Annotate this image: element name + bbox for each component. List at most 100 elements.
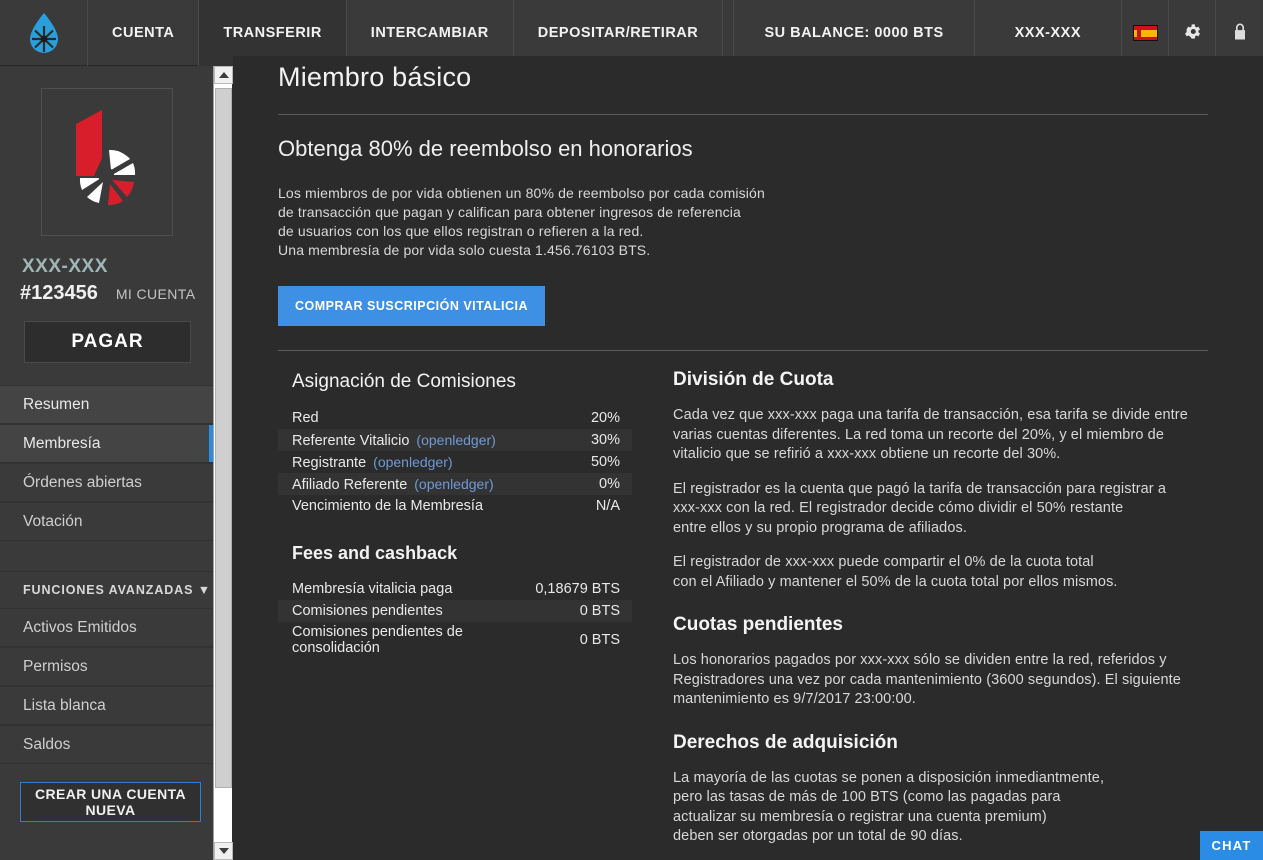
avatar: [40, 88, 173, 236]
table-row: Afiliado Referente (openledger) 0%: [278, 473, 632, 495]
row-value: 20%: [590, 410, 620, 426]
table-row: Red 20%: [278, 407, 632, 429]
sidebar-item-resumen[interactable]: Resumen: [0, 385, 213, 424]
row-value: 0 BTS: [579, 603, 620, 619]
fee-split-paragraph-2: El registrador es la cuenta que pagó la …: [673, 480, 1167, 536]
nav-tab-cuenta[interactable]: CUENTA: [88, 0, 200, 66]
row-key: Referente Vitalicio (openledger): [292, 432, 496, 449]
page-title: Miembro básico: [278, 62, 472, 92]
spain-flag-icon: [1132, 25, 1158, 41]
pay-button[interactable]: PAGAR: [24, 321, 191, 363]
fee-split-title: División de Cuota: [673, 369, 834, 390]
sidebar-item-saldos[interactable]: Saldos: [0, 725, 213, 764]
row-key: Red: [292, 410, 319, 426]
fees-table: Membresía vitalicia paga 0,18679 BTS Com…: [278, 578, 632, 658]
scrollbar-thumb[interactable]: [215, 88, 232, 788]
table-row: Comisiones pendientes 0 BTS: [278, 600, 632, 622]
balance-label: SU BALANCE: 0000 BTS: [764, 25, 944, 41]
sidebar-item-membresia[interactable]: Membresía: [0, 424, 213, 463]
row-value: 0,18679 BTS: [535, 581, 620, 597]
row-key: Vencimiento de la Membresía: [292, 498, 483, 514]
scroll-down-button[interactable]: [214, 842, 233, 860]
chat-button[interactable]: CHAT: [1200, 831, 1263, 860]
row-key: Membresía vitalicia paga: [292, 581, 453, 597]
chevron-up-icon: [218, 72, 229, 78]
sidebar-item-label: Membresía: [23, 434, 101, 452]
right-column: División de Cuota Cada vez que xxx-xxx p…: [646, 351, 1206, 847]
table-row: Referente Vitalicio (openledger) 30%: [278, 429, 632, 451]
sidebar-menu: Resumen Membresía Órdenes abiertas Votac…: [0, 385, 213, 822]
pending-fees-paragraph: Los honorarios pagados por xxx-xxx sólo …: [673, 652, 1181, 707]
commissions-table: Red 20% Referente Vitalicio (openledger)…: [278, 407, 632, 517]
chevron-down-icon: [218, 848, 229, 854]
create-new-account-button[interactable]: CREAR UNA CUENTA NUEVA: [20, 782, 201, 822]
fee-split-paragraph-3: El registrador de xxx-xxx puede comparti…: [673, 554, 1118, 590]
table-row: Registrante (openledger) 50%: [278, 451, 632, 473]
row-label: Registrante: [292, 454, 367, 471]
promo-heading: Obtenga 80% de reembolso en honorarios: [278, 136, 693, 161]
row-account-link[interactable]: (openledger): [416, 432, 495, 448]
nav-tab-label: DEPOSITAR/RETIRAR: [537, 25, 699, 41]
new-account-wrap: CREAR UNA CUENTA NUEVA: [0, 764, 213, 822]
nav-tab-label: INTERCAMBIAR: [370, 25, 489, 41]
row-value: 0 BTS: [579, 632, 620, 648]
sidebar-item-lista-blanca[interactable]: Lista blanca: [0, 686, 213, 725]
row-label: Afiliado Referente: [292, 476, 408, 493]
app-logo[interactable]: [0, 0, 88, 66]
sidebar-item-label: Permisos: [23, 657, 88, 675]
sidebar-item-label: Órdenes abiertas: [23, 473, 142, 491]
sidebar-item-permisos[interactable]: Permisos: [0, 647, 213, 686]
sidebar-item-label: Saldos: [23, 735, 71, 753]
row-label: Red: [292, 410, 319, 426]
sidebar-account-meta: #123456 MI CUENTA: [20, 282, 213, 305]
row-account-link[interactable]: (openledger): [414, 476, 493, 492]
sidebar-divider: [0, 541, 213, 572]
sidebar-item-ordenes-abiertas[interactable]: Órdenes abiertas: [0, 463, 213, 502]
sidebar-scrollbar[interactable]: [213, 66, 233, 860]
row-value: 50%: [590, 454, 620, 470]
account-avatar-icon: [75, 110, 135, 206]
row-label: Vencimiento de la Membresía: [292, 498, 484, 514]
row-label: Referente Vitalicio: [292, 432, 410, 449]
fee-split-paragraph-1: Cada vez que xxx-xxx paga una tarifa de …: [673, 407, 1188, 462]
row-key: Afiliado Referente (openledger): [292, 476, 494, 493]
content-columns: Asignación de Comisiones Red 20% Referen…: [278, 351, 1218, 847]
sidebar-item-label: Lista blanca: [23, 696, 106, 714]
left-column: Asignación de Comisiones Red 20% Referen…: [278, 351, 646, 847]
nav-tab-label: TRANSFERIR: [223, 25, 322, 41]
vesting-paragraph: La mayoría de las cuotas se ponen a disp…: [673, 769, 1105, 845]
sidebar-item-label: Activos Emitidos: [23, 618, 137, 636]
row-value: 0%: [599, 476, 620, 492]
account-sidebar: XXX-XXX #123456 MI CUENTA PAGAR Resumen …: [0, 66, 213, 860]
row-key: Comisiones pendientes de consolidación: [292, 624, 463, 656]
chat-button-label: CHAT: [1211, 838, 1252, 853]
row-value: N/A: [595, 498, 620, 514]
bitshares-droplet-icon: [27, 12, 61, 54]
lock-icon: [1232, 22, 1248, 45]
promo-body: Los miembros de por vida obtienen un 80%…: [278, 185, 765, 258]
sidebar-account-sub: MI CUENTA: [115, 286, 196, 302]
main-content: Miembro básico Obtenga 80% de reembolso …: [233, 56, 1263, 860]
commissions-title: Asignación de Comisiones: [292, 371, 516, 392]
sidebar-item-label: Votación: [23, 512, 83, 530]
row-key: Comisiones pendientes: [292, 603, 443, 619]
sidebar-account-id: #123456: [20, 282, 98, 304]
row-key: Registrante (openledger): [292, 454, 453, 471]
sidebar-item-activos-emitidos[interactable]: Activos Emitidos: [0, 608, 213, 647]
table-row: Vencimiento de la Membresía N/A: [278, 495, 632, 517]
sidebar-section-funciones-avanzadas[interactable]: FUNCIONES AVANZADAS ▼: [0, 572, 213, 608]
buy-lifetime-subscription-button[interactable]: COMPRAR SUSCRIPCIÓN VITALICIA: [278, 286, 546, 326]
scroll-up-button[interactable]: [214, 66, 233, 84]
sidebar-account-name: XXX-XXX: [22, 256, 108, 277]
app-root: CUENTA TRANSFERIR INTERCAMBIAR DEPOSITAR…: [0, 0, 1263, 860]
sidebar-item-votacion[interactable]: Votación: [0, 502, 213, 541]
nav-tab-label: CUENTA: [112, 25, 175, 41]
fees-title: Fees and cashback: [292, 543, 458, 563]
pending-fees-title: Cuotas pendientes: [673, 614, 843, 635]
table-row: Comisiones pendientes de consolidación 0…: [278, 622, 632, 658]
table-row: Membresía vitalicia paga 0,18679 BTS: [278, 578, 632, 600]
row-account-link[interactable]: (openledger): [373, 454, 452, 470]
row-value: 30%: [590, 432, 620, 448]
sidebar-item-label: Resumen: [23, 395, 90, 413]
gear-icon: [1183, 22, 1202, 45]
